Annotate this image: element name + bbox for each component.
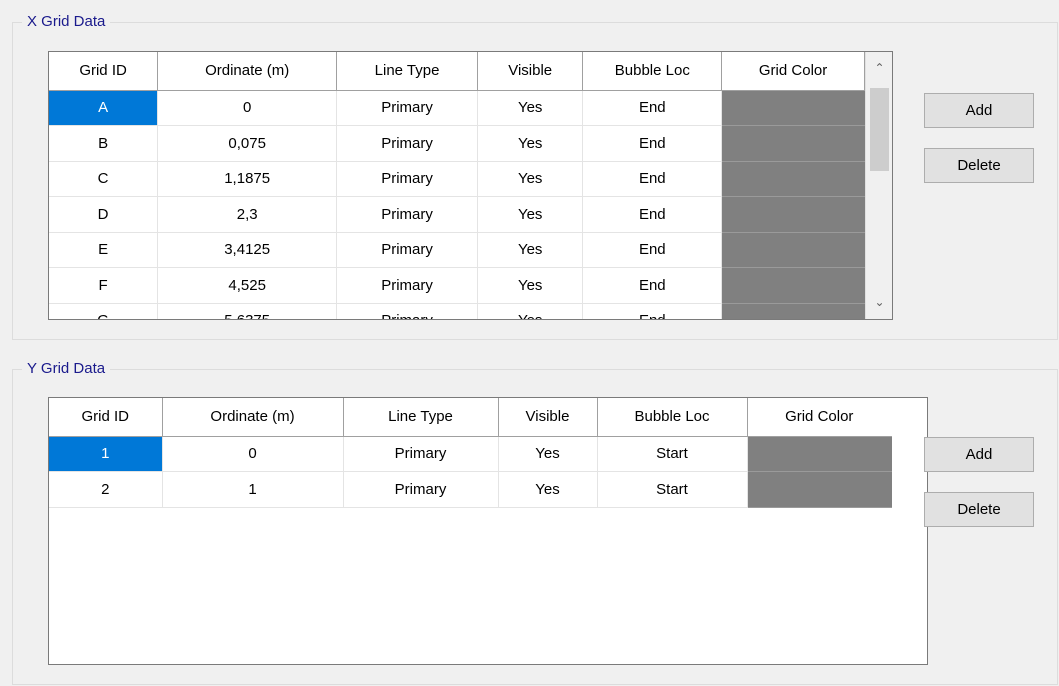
bubble-loc-cell[interactable]: End [582,196,723,233]
x-grid-table-row[interactable]: E 3,4125 Primary Yes End [49,232,865,268]
scroll-thumb[interactable] [870,88,889,171]
bubble-loc-cell[interactable]: End [582,267,723,304]
ordinate-cell[interactable]: 1 [162,471,344,508]
grid-id-cell[interactable]: C [49,161,159,197]
ordinate-cell[interactable]: 0 [157,90,338,126]
x-grid-table-frame: Grid ID Ordinate (m) Line Type Visible B… [48,51,893,320]
visible-cell[interactable]: Yes [477,196,584,233]
bubble-loc-cell[interactable]: End [582,125,723,162]
x-grid-data-group: X Grid Data Grid ID Ordinate (m) Line Ty… [12,12,1058,340]
x-col-visible[interactable]: Visible [477,52,584,91]
x-grid-table-row[interactable]: D 2,3 Primary Yes End [49,196,865,233]
visible-cell[interactable]: Yes [477,232,584,268]
line-type-cell[interactable]: Primary [336,267,478,304]
grid-id-cell[interactable]: E [49,232,159,268]
y-grid-data-title: Y Grid Data [22,359,111,379]
grid-color-cell[interactable] [721,90,865,126]
line-type-cell[interactable]: Primary [336,161,478,197]
x-grid-table-row[interactable]: G5,6375PrimaryYesEnd [49,303,865,319]
grid-id-cell[interactable]: A [49,90,159,126]
x-grid-table: Grid ID Ordinate (m) Line Type Visible B… [49,52,865,319]
x-add-button[interactable]: Add [924,93,1034,128]
grid-id-cell[interactable]: G [49,303,159,319]
bubble-loc-cell[interactable]: End [582,90,723,126]
grid-id-cell[interactable]: 2 [49,471,163,508]
grid-color-cell[interactable] [721,125,865,162]
y-col-ordinate[interactable]: Ordinate (m) [162,398,344,437]
grid-color-cell[interactable] [721,232,865,268]
ordinate-cell[interactable]: 0,075 [157,125,338,162]
grid-id-cell[interactable]: 1 [49,436,163,472]
y-grid-table: Grid ID Ordinate (m) Line Type Visible B… [49,398,892,508]
line-type-cell[interactable]: Primary [336,90,478,126]
visible-cell[interactable]: Yes [477,267,584,304]
line-type-cell[interactable]: Primary [336,196,478,233]
grid-color-cell[interactable] [747,436,892,472]
x-grid-scrollbar[interactable]: ⌃ ⌄ [865,52,892,319]
ordinate-cell[interactable]: 3,4125 [157,232,338,268]
y-col-visible[interactable]: Visible [498,398,598,437]
visible-cell[interactable]: Yes [498,471,598,508]
line-type-cell[interactable]: Primary [336,232,478,268]
line-type-cell[interactable]: Primary [336,125,478,162]
grid-id-cell[interactable]: D [49,196,159,233]
y-grid-table-row[interactable]: 2 1 Primary Yes Start [49,471,892,508]
bubble-loc-cell[interactable]: Start [597,471,748,508]
bubble-loc-cell[interactable]: Start [597,436,748,472]
y-grid-table-row[interactable]: 1 0 Primary Yes Start [49,436,892,472]
grid-color-cell[interactable] [721,267,865,304]
line-type-cell[interactable]: Primary [343,471,499,508]
ordinate-cell[interactable]: 0 [162,436,344,472]
ordinate-cell[interactable]: 4,525 [157,267,338,304]
y-grid-data-group: Y Grid Data Grid ID Ordinate (m) Line Ty… [12,359,1058,685]
grid-color-cell[interactable] [721,196,865,233]
bubble-loc-cell[interactable]: End [582,303,723,319]
ordinate-cell[interactable]: 1,1875 [157,161,338,197]
grid-id-cell[interactable]: F [49,267,159,304]
bubble-loc-cell[interactable]: End [582,161,723,197]
bubble-loc-cell[interactable]: End [582,232,723,268]
x-col-grid-color[interactable]: Grid Color [721,52,865,91]
x-grid-table-row[interactable]: F 4,525 Primary Yes End [49,267,865,304]
y-delete-button[interactable]: Delete [924,492,1034,527]
visible-cell[interactable]: Yes [477,303,584,319]
y-col-grid-color[interactable]: Grid Color [747,398,891,437]
x-grid-data-title: X Grid Data [22,12,111,32]
visible-cell[interactable]: Yes [477,125,584,162]
line-type-cell[interactable]: Primary [343,436,499,472]
ordinate-cell[interactable]: 5,6375 [157,303,338,319]
scroll-down-arrow-icon[interactable]: ⌄ [866,286,892,319]
y-add-button[interactable]: Add [924,437,1034,472]
grid-color-cell[interactable] [721,161,865,197]
x-delete-button[interactable]: Delete [924,148,1034,183]
y-col-grid-id[interactable]: Grid ID [49,398,163,437]
x-col-ordinate[interactable]: Ordinate (m) [157,52,338,91]
y-col-bubble-loc[interactable]: Bubble Loc [597,398,748,437]
y-col-line-type[interactable]: Line Type [343,398,499,437]
x-col-grid-id[interactable]: Grid ID [49,52,159,91]
ordinate-cell[interactable]: 2,3 [157,196,338,233]
x-grid-table-row[interactable]: C 1,1875 Primary Yes End [49,161,865,197]
visible-cell[interactable]: Yes [498,436,598,472]
x-col-line-type[interactable]: Line Type [336,52,478,91]
x-grid-table-row[interactable]: B 0,075 Primary Yes End [49,125,865,162]
grid-id-cell[interactable]: B [49,125,159,162]
x-grid-table-row[interactable]: A 0 Primary Yes End [49,90,865,126]
scroll-up-arrow-icon[interactable]: ⌃ [866,52,892,85]
grid-color-cell[interactable] [747,471,892,508]
y-grid-header-row: Grid ID Ordinate (m) Line Type Visible B… [49,398,891,437]
x-col-bubble-loc[interactable]: Bubble Loc [582,52,723,91]
line-type-cell[interactable]: Primary [336,303,478,319]
grid-color-cell[interactable] [721,303,865,319]
y-grid-table-frame: Grid ID Ordinate (m) Line Type Visible B… [48,397,928,665]
x-grid-header-row: Grid ID Ordinate (m) Line Type Visible B… [49,52,865,91]
visible-cell[interactable]: Yes [477,161,584,197]
visible-cell[interactable]: Yes [477,90,584,126]
